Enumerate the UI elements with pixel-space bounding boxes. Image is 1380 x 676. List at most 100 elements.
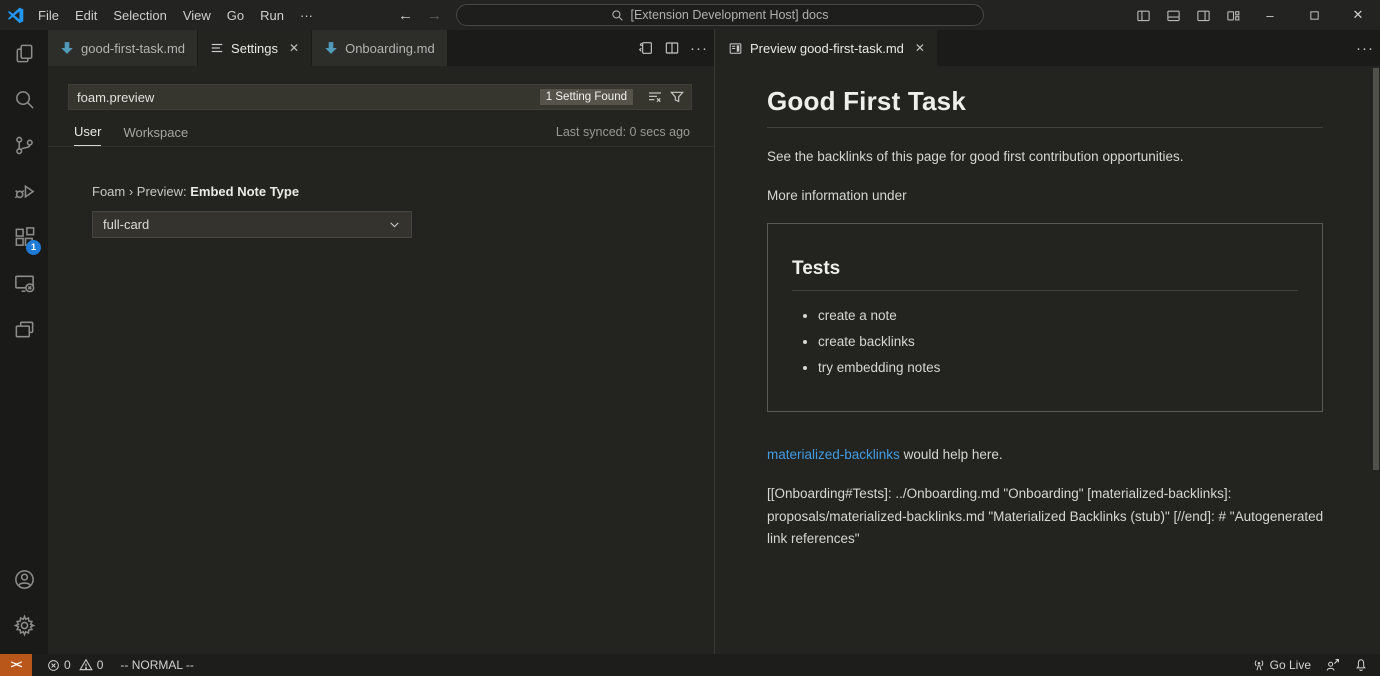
close-window-button[interactable]: ✕ xyxy=(1336,0,1380,30)
notifications-button[interactable] xyxy=(1347,654,1380,676)
tab-label: Preview good-first-task.md xyxy=(750,41,904,56)
error-count: 0 xyxy=(64,658,71,672)
link-references-paragraph: [[Onboarding#Tests]: ../Onboarding.md "O… xyxy=(767,483,1327,551)
settings-editor-icon xyxy=(210,41,224,55)
menu-go[interactable]: Go xyxy=(219,5,252,26)
title-bar: File Edit Selection View Go Run ··· ← → … xyxy=(0,0,1380,30)
warning-icon xyxy=(79,658,93,672)
tab-bar-left: good-first-task.md Settings ✕ Onboarding… xyxy=(48,30,714,66)
preview-heading: Good First Task xyxy=(767,86,1323,128)
go-live-button[interactable]: Go Live xyxy=(1245,654,1318,676)
tab-settings[interactable]: Settings ✕ xyxy=(198,30,311,66)
filter-icon[interactable] xyxy=(669,89,685,105)
clear-search-icon[interactable] xyxy=(647,89,663,105)
toggle-panel-button[interactable] xyxy=(1158,0,1188,30)
settings-search-input[interactable] xyxy=(77,90,540,105)
setting-name: Embed Note Type xyxy=(190,184,299,199)
markdown-preview[interactable]: Good First Task See the backlinks of thi… xyxy=(716,66,1380,654)
feedback-button[interactable] xyxy=(1318,654,1347,676)
backlinks-paragraph: materialized-backlinks would help here. xyxy=(767,445,1323,465)
tab-good-first-task[interactable]: good-first-task.md xyxy=(48,30,197,66)
menu-run[interactable]: Run xyxy=(252,5,292,26)
error-icon xyxy=(47,659,60,672)
remote-explorer-icon[interactable] xyxy=(0,260,48,306)
settings-editor: 1 Setting Found User Workspace Last sync… xyxy=(48,66,714,238)
toggle-primary-sidebar-button[interactable] xyxy=(1128,0,1158,30)
go-live-label: Go Live xyxy=(1270,658,1311,672)
tab-bar-right: Preview good-first-task.md ✕ ··· xyxy=(716,30,1380,66)
scope-tab-workspace[interactable]: Workspace xyxy=(123,125,188,146)
list-item: create backlinks xyxy=(818,333,1298,350)
command-center-search[interactable]: [Extension Development Host] docs xyxy=(456,4,984,26)
extensions-badge: 1 xyxy=(26,240,41,255)
search-sidebar-icon[interactable] xyxy=(0,76,48,122)
preview-paragraph: See the backlinks of this page for good … xyxy=(767,147,1323,167)
minimize-window-button[interactable]: – xyxy=(1248,0,1292,30)
preview-scrollbar[interactable] xyxy=(1373,68,1379,470)
results-count-badge: 1 Setting Found xyxy=(540,89,633,105)
bell-icon xyxy=(1354,658,1368,672)
vscode-logo-icon xyxy=(0,7,30,24)
search-icon xyxy=(611,9,624,22)
maximize-window-button[interactable] xyxy=(1292,0,1336,30)
toggle-secondary-sidebar-button[interactable] xyxy=(1188,0,1218,30)
tab-preview-good-first-task[interactable]: Preview good-first-task.md ✕ xyxy=(716,30,937,66)
settings-search-box[interactable]: 1 Setting Found xyxy=(68,84,692,110)
split-editor-icon[interactable] xyxy=(664,40,680,56)
navigate-back-button[interactable]: ← xyxy=(398,7,413,24)
tests-heading: Tests xyxy=(792,258,1298,291)
status-bar: >< 0 0 -- NORMAL -- Go Live xyxy=(0,654,1380,676)
embedded-note-card: Tests create a note create backlinks try… xyxy=(767,223,1323,412)
command-center-label: [Extension Development Host] docs xyxy=(630,8,828,22)
tab-label: Onboarding.md xyxy=(345,41,435,56)
dropdown-value: full-card xyxy=(103,217,149,232)
run-debug-icon[interactable] xyxy=(0,168,48,214)
problems-status[interactable]: 0 0 xyxy=(40,654,110,676)
customize-layout-button[interactable] xyxy=(1218,0,1248,30)
setting-embed-note-type: Foam › Preview: Embed Note Type full-car… xyxy=(92,184,692,238)
materialized-backlinks-link[interactable]: materialized-backlinks xyxy=(767,447,900,462)
open-preview-icon xyxy=(728,41,743,56)
divider xyxy=(48,146,714,147)
broadcast-icon xyxy=(1252,658,1266,672)
tests-list: create a note create backlinks try embed… xyxy=(818,307,1298,376)
menu-more-button[interactable]: ··· xyxy=(292,5,321,26)
tab-onboarding[interactable]: Onboarding.md xyxy=(312,30,447,66)
explorer-icon[interactable] xyxy=(0,30,48,76)
extensions-icon[interactable]: 1 xyxy=(0,214,48,260)
source-control-icon[interactable] xyxy=(0,122,48,168)
more-actions-icon[interactable]: ··· xyxy=(1356,40,1374,57)
preview-paragraph: More information under xyxy=(767,186,1323,206)
navigate-forward-button[interactable]: → xyxy=(427,7,442,24)
list-item: try embedding notes xyxy=(818,359,1298,376)
menu-file[interactable]: File xyxy=(30,5,67,26)
menu-selection[interactable]: Selection xyxy=(105,5,174,26)
list-item: create a note xyxy=(818,307,1298,324)
warning-count: 0 xyxy=(97,658,104,672)
activity-bar: 1 xyxy=(0,30,48,654)
vscode-window: File Edit Selection View Go Run ··· ← → … xyxy=(0,0,1380,676)
close-tab-icon[interactable]: ✕ xyxy=(915,41,925,55)
link-suffix-text: would help here. xyxy=(900,447,1003,462)
chevron-down-icon xyxy=(388,218,401,231)
embed-note-type-dropdown[interactable]: full-card xyxy=(92,211,412,238)
more-actions-icon[interactable]: ··· xyxy=(690,40,708,57)
setting-category: Foam › Preview: xyxy=(92,184,190,199)
feedback-icon xyxy=(1325,658,1340,673)
editor-group-left: good-first-task.md Settings ✕ Onboarding… xyxy=(48,30,715,654)
menu-edit[interactable]: Edit xyxy=(67,5,105,26)
remote-indicator[interactable]: >< xyxy=(0,654,32,676)
scope-tab-user[interactable]: User xyxy=(74,124,101,146)
menu-view[interactable]: View xyxy=(175,5,219,26)
close-tab-icon[interactable]: ✕ xyxy=(289,41,299,55)
windows-icon[interactable] xyxy=(0,306,48,352)
tab-label: good-first-task.md xyxy=(81,41,185,56)
vim-mode-indicator[interactable]: -- NORMAL -- xyxy=(110,658,204,672)
open-settings-json-icon[interactable] xyxy=(638,40,654,56)
tab-label: Settings xyxy=(231,41,278,56)
markdown-icon xyxy=(324,41,338,55)
settings-gear-icon[interactable] xyxy=(0,602,48,648)
last-synced-label: Last synced: 0 secs ago xyxy=(556,125,690,145)
markdown-icon xyxy=(60,41,74,55)
account-icon[interactable] xyxy=(0,556,48,602)
